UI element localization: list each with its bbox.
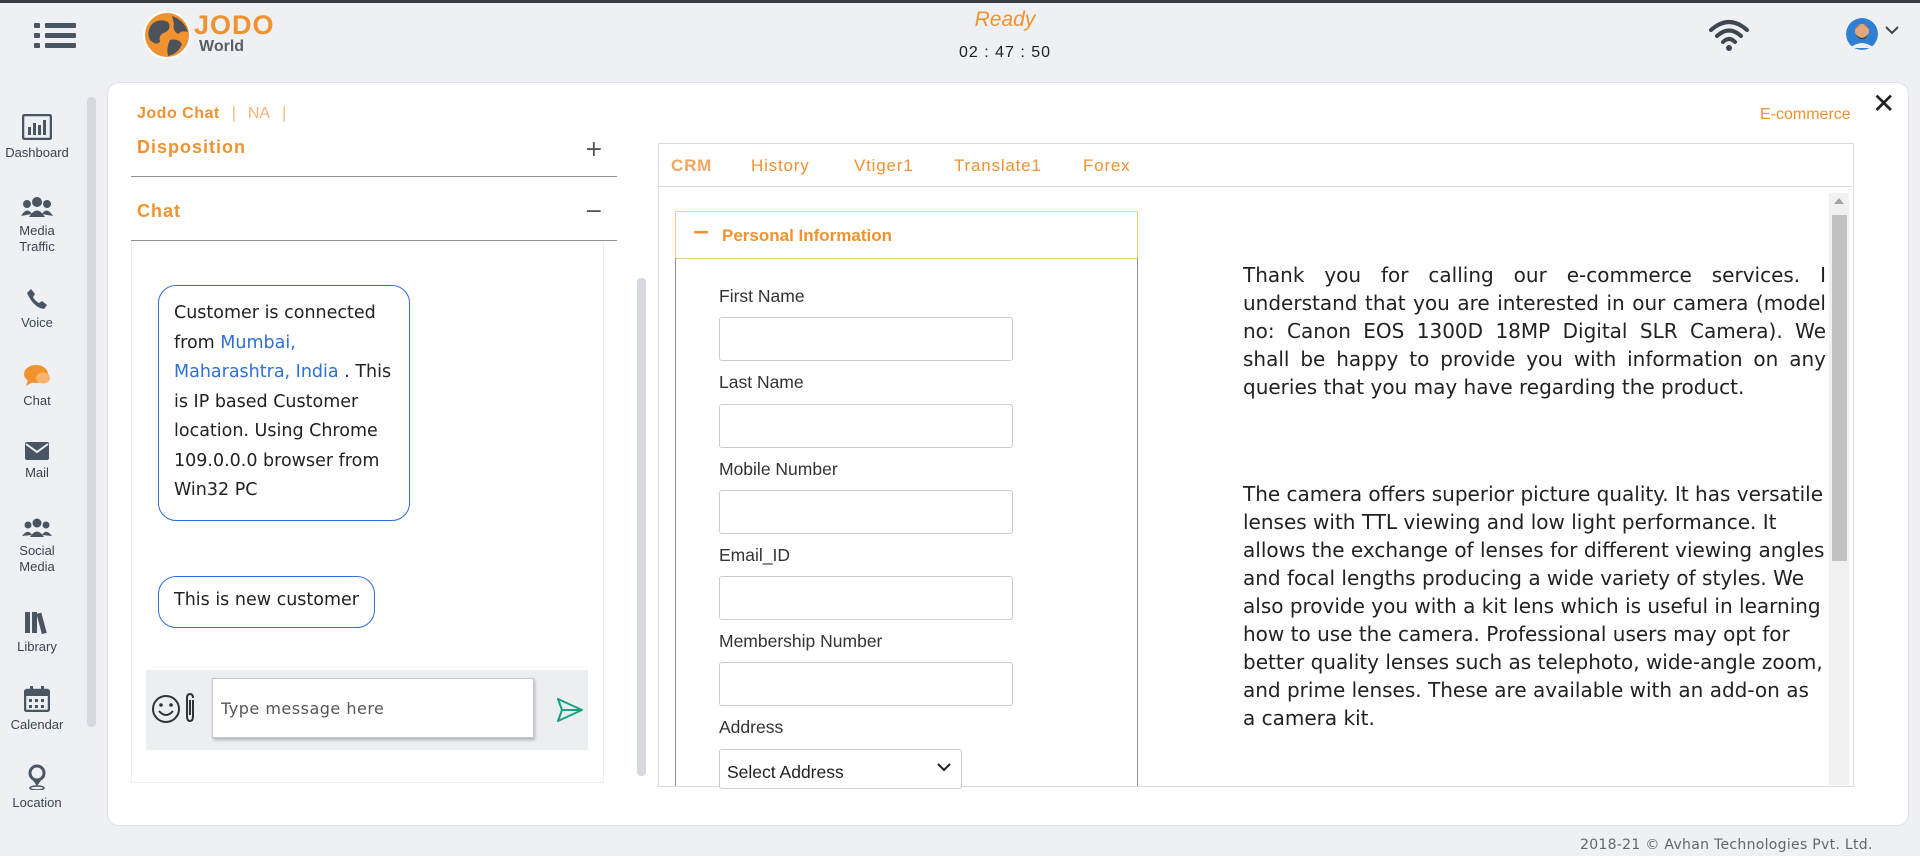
calendar-icon <box>24 686 50 712</box>
close-icon[interactable]: ✕ <box>1872 90 1895 118</box>
chat-accordion[interactable]: Chat − <box>131 192 617 241</box>
top-border <box>0 0 1920 3</box>
call-script-paragraph: Thank you for calling our e-commerce ser… <box>1243 263 1826 399</box>
nav-label: Social Media <box>19 543 55 574</box>
chat-scrollbar[interactable] <box>637 278 646 776</box>
personal-information-header[interactable]: − Personal Information <box>675 211 1138 259</box>
wifi-icon <box>1709 20 1749 51</box>
books-icon <box>25 612 47 634</box>
address-label: Address <box>719 717 784 737</box>
nav-mail[interactable]: Mail <box>0 442 74 481</box>
chat-title: Chat <box>137 201 181 221</box>
tab-separator: | <box>231 105 236 122</box>
disposition-title: Disposition <box>137 137 246 157</box>
agent-status: Ready <box>974 8 1036 31</box>
location-pin-icon <box>28 764 46 790</box>
dashboard-icon <box>22 114 52 140</box>
avatar-icon <box>1846 18 1878 50</box>
logo-primary-text: JODO <box>194 10 275 40</box>
email-label: Email_ID <box>719 545 790 565</box>
chat-bubbles-icon <box>24 365 50 386</box>
nav-chat[interactable]: Chat <box>0 364 74 409</box>
category-label[interactable]: E-commerce <box>1760 106 1851 124</box>
nav-voice[interactable]: Voice <box>0 288 74 331</box>
nav-library[interactable]: Library <box>0 610 74 655</box>
scrollbar-thumb[interactable] <box>1832 215 1847 561</box>
nav-label: Calendar <box>10 717 64 732</box>
membership-number-field[interactable] <box>719 662 1013 706</box>
nav-label: Dashboard <box>5 145 69 160</box>
nav-social-media[interactable]: Social Media <box>0 518 74 575</box>
tab-separator: | <box>282 105 287 122</box>
address-selected-value: Select Address <box>727 762 844 782</box>
first-name-label: First Name <box>719 286 805 306</box>
last-name-field[interactable] <box>719 404 1013 448</box>
tab-history[interactable]: History <box>751 156 810 176</box>
membership-number-label: Membership Number <box>719 631 883 651</box>
tab-na[interactable]: NA <box>248 105 270 122</box>
social-users-icon <box>22 518 52 537</box>
nav-label: Library <box>17 639 57 654</box>
call-script-paragraph: The camera offers superior picture quali… <box>1243 482 1825 730</box>
logo-secondary-text: World <box>199 38 245 55</box>
user-avatar[interactable] <box>1846 18 1878 50</box>
tab-crm[interactable]: CRM <box>671 156 712 176</box>
collapse-icon[interactable]: − <box>692 220 710 245</box>
emoji-icon[interactable] <box>151 694 181 724</box>
nav-label: Location <box>12 795 62 810</box>
nav-label: Mail <box>25 465 49 480</box>
app-logo: JODO World <box>142 10 292 60</box>
disposition-accordion[interactable]: Disposition + <box>131 128 617 177</box>
nav-dashboard[interactable]: Dashboard <box>0 114 74 161</box>
chat-message: This is new customer <box>158 576 376 628</box>
tab-vtiger1[interactable]: Vtiger1 <box>854 156 913 176</box>
nav-label: Chat <box>23 393 51 408</box>
tab-translate1[interactable]: Translate1 <box>954 156 1042 176</box>
sidebar-scrollbar[interactable] <box>87 97 96 727</box>
bottom-border <box>0 856 1920 860</box>
copyright-footer: 2018-21 © Avhan Technologies Pvt. Ltd. <box>1580 837 1873 853</box>
crm-tabs: CRM History Vtiger1 Translate1 Forex <box>659 144 1852 187</box>
first-name-field[interactable] <box>719 317 1013 361</box>
tab-forex[interactable]: Forex <box>1083 156 1130 176</box>
expand-icon[interactable]: + <box>585 137 603 162</box>
paperclip-icon[interactable] <box>182 692 198 724</box>
nav-calendar[interactable]: Calendar <box>0 686 74 733</box>
section-title: Personal Information <box>722 226 893 245</box>
address-select[interactable]: Select Address <box>719 749 962 789</box>
email-field[interactable] <box>719 576 1013 620</box>
globe-logo-icon <box>143 11 191 59</box>
panel-tabs: Jodo Chat | NA | <box>137 105 298 123</box>
envelope-icon <box>25 442 49 460</box>
nav-label: Media Traffic <box>19 223 55 254</box>
send-icon[interactable] <box>557 698 583 722</box>
scroll-up-arrow-icon[interactable] <box>1834 197 1844 205</box>
phone-icon <box>27 289 47 309</box>
last-name-label: Last Name <box>719 372 804 392</box>
mobile-number-field[interactable] <box>719 490 1013 534</box>
message-input[interactable] <box>212 678 534 738</box>
hamburger-menu-icon[interactable] <box>34 20 76 52</box>
chevron-down-icon[interactable] <box>1884 24 1900 36</box>
message-text: This is new customer <box>174 590 360 610</box>
chevron-down-icon <box>937 763 951 772</box>
nav-location[interactable]: Location <box>0 764 74 811</box>
chat-message: Customer is connected from Mumbai, Mahar… <box>158 285 410 521</box>
nav-label: Voice <box>21 315 53 330</box>
nav-media-traffic[interactable]: Media Traffic <box>0 196 74 255</box>
collapse-icon[interactable]: − <box>585 199 603 224</box>
tab-jodo-chat[interactable]: Jodo Chat <box>137 105 220 122</box>
session-timer: 02 : 47 : 50 <box>958 44 1052 61</box>
mobile-number-label: Mobile Number <box>719 459 838 479</box>
users-group-icon <box>21 197 53 217</box>
message-text: . This is IP based Customer location. Us… <box>174 362 392 500</box>
